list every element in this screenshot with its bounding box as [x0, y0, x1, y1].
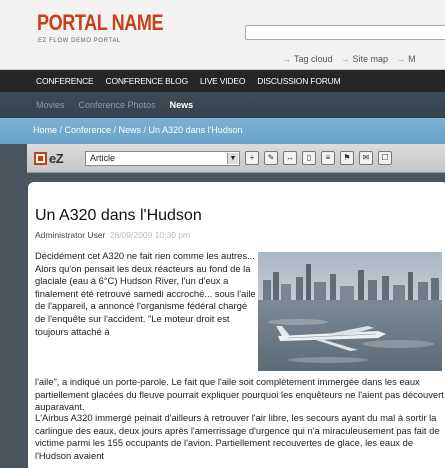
sub-nav: Movies Conference Photos News — [0, 92, 445, 118]
subnav-item-conference-photos[interactable]: Conference Photos — [79, 100, 156, 110]
editor-toolbar: eZ Article ▼ + ✎ ↔ ▯ ≡ ⚑ ✉ ☐ — [27, 144, 445, 173]
arrow-icon: → — [396, 54, 406, 64]
breadcrumb-band: Home / Conference / News / Un A320 dans … — [0, 118, 445, 144]
ez-logo: eZ — [34, 151, 64, 166]
article-photo — [258, 252, 442, 371]
nav-item-discussion-forum[interactable]: DISCUSSION FORUM — [257, 76, 340, 86]
top-links: → Tag cloud → Site map → M — [282, 54, 416, 64]
toolbar-icons: + ✎ ↔ ▯ ≡ ⚑ ✉ ☐ — [245, 151, 392, 165]
site-map-link[interactable]: → Site map — [341, 54, 389, 64]
nav-item-live-video[interactable]: LIVE VIDEO — [200, 76, 245, 86]
ez-logo-text: eZ — [49, 151, 64, 166]
bookmark-icon[interactable]: ☐ — [378, 151, 392, 165]
article-author: Administrator User — [35, 230, 106, 240]
edit-icon[interactable]: ✎ — [264, 151, 278, 165]
more-link[interactable]: → M — [396, 54, 416, 64]
arrow-icon: → — [340, 54, 350, 64]
main-nav: CONFERENCE CONFERENCE BLOG LIVE VIDEO DI… — [0, 70, 445, 92]
nav-item-conference[interactable]: CONFERENCE — [36, 76, 94, 86]
article-meta: Administrator User 28/09/2009 10:30 pm — [35, 230, 190, 240]
translate-icon[interactable]: ⚑ — [340, 151, 354, 165]
nav-item-conference-blog[interactable]: CONFERENCE BLOG — [106, 76, 189, 86]
arrow-icon: → — [282, 54, 291, 64]
ez-logo-icon — [34, 152, 47, 165]
tag-cloud-link[interactable]: → Tag cloud — [282, 54, 333, 64]
site-logo-subtitle: EZ FLOW DEMO PORTAL — [38, 38, 121, 44]
article-date: 28/09/2009 10:30 pm — [109, 230, 191, 240]
breadcrumb[interactable]: Home / Conference / News / Un A320 dans … — [33, 125, 242, 135]
article-card: Un A320 dans l'Hudson Administrator User… — [28, 182, 445, 468]
move-icon[interactable]: ↔ — [283, 151, 297, 165]
create-icon[interactable]: + — [245, 151, 259, 165]
content-class-select-value: Article — [90, 153, 116, 163]
article-title: Un A320 dans l'Hudson — [35, 207, 202, 224]
article-paragraph-1: Décidément cet A320 ne fait rien comme l… — [35, 250, 256, 337]
subnav-item-news[interactable]: News — [170, 100, 194, 110]
content-class-select[interactable]: Article ▼ — [85, 151, 240, 166]
article-paragraph-2: L'Airbus A320 immergé peinait d'ailleurs… — [35, 412, 440, 461]
chevron-down-icon[interactable]: ▼ — [227, 153, 238, 164]
article-paragraph-1-continued: l'aile", a indiqué un porte-parole. Le f… — [35, 376, 444, 413]
delete-icon[interactable]: ▯ — [302, 151, 316, 165]
site-header: PORTAL NAME EZ FLOW DEMO PORTAL → Tag clo… — [0, 0, 445, 70]
subnav-item-movies[interactable]: Movies — [36, 100, 65, 110]
search-input[interactable] — [245, 25, 445, 40]
site-logo[interactable]: PORTAL NAME — [37, 10, 164, 36]
sort-icon[interactable]: ≡ — [321, 151, 335, 165]
notify-icon[interactable]: ✉ — [359, 151, 373, 165]
